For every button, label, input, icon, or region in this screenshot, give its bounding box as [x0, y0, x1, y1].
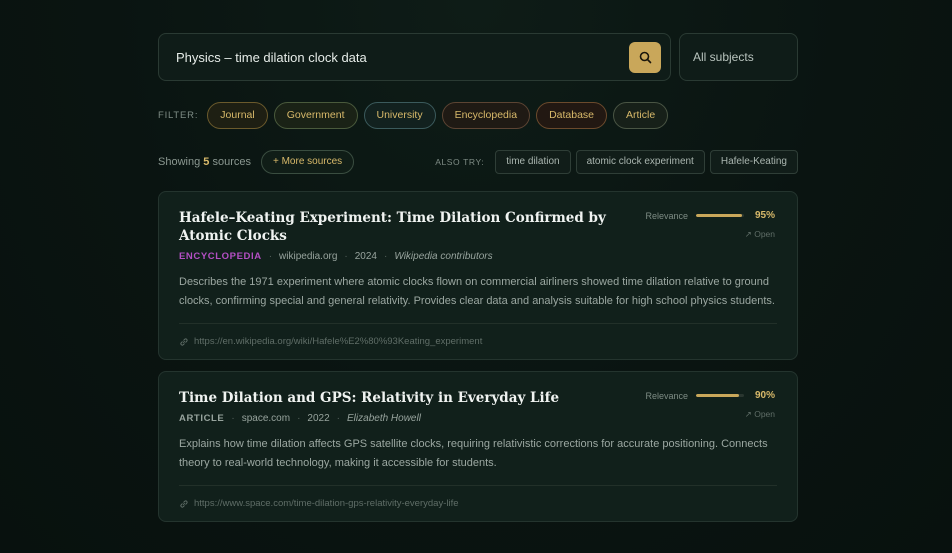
also-try-label: ALSO TRY:	[435, 156, 485, 167]
relevance-label: Relevance	[645, 210, 688, 221]
meta-separator: ·	[297, 412, 301, 424]
meta-separator: ·	[231, 412, 235, 424]
filter-label: FILTER:	[158, 109, 199, 121]
result-description: Explains how time dilation affects GPS s…	[179, 438, 768, 469]
open-link[interactable]: ↗ Open	[635, 229, 775, 240]
result-description: Describes the 1971 experiment where atom…	[179, 276, 775, 307]
filter-chip-article[interactable]: Article	[613, 101, 669, 129]
source-year: 2024	[354, 250, 377, 262]
filter-chip-university[interactable]: University	[363, 101, 436, 129]
suggestion-chip[interactable]: Hafele-Keating	[709, 149, 798, 174]
link-icon	[179, 499, 189, 509]
showing-suffix: sources	[212, 155, 251, 168]
search-icon	[639, 51, 651, 63]
relevance-bar-fill	[696, 394, 740, 397]
showing-prefix: Showing	[158, 155, 201, 168]
result-card: Hafele–Keating Experiment: Time Dilation…	[158, 191, 798, 360]
relevance-block: Relevance 95% ↗ Open	[635, 210, 775, 240]
relevance-percent: 95%	[754, 210, 775, 221]
also-try-group: ALSO TRY: time dilation atomic clock exp…	[435, 149, 798, 174]
link-icon	[179, 337, 189, 347]
search-input[interactable]: Physics – time dilation clock data	[158, 33, 671, 81]
result-url[interactable]: https://www.space.com/time-dilation-gps-…	[194, 498, 459, 509]
suggestion-chip[interactable]: time dilation	[495, 149, 571, 174]
source-type-label: ENCYCLOPEDIA	[179, 250, 262, 262]
more-sources-button[interactable]: + More sources	[260, 149, 355, 174]
meta-separator: ·	[336, 412, 341, 424]
relevance-block: Relevance 90% ↗ Open	[635, 390, 775, 420]
source-type-label: ARTICLE	[179, 412, 225, 424]
search-query-text[interactable]: Physics – time dilation clock data	[176, 50, 629, 65]
source-author: Wikipedia contributors	[394, 250, 493, 262]
result-footer: https://en.wikipedia.org/wiki/Hafele%E2%…	[179, 323, 777, 359]
open-link[interactable]: ↗ Open	[635, 409, 775, 420]
result-title[interactable]: Time Dilation and GPS: Relativity in Eve…	[179, 389, 609, 407]
source-year: 2022	[307, 412, 330, 424]
result-url[interactable]: https://en.wikipedia.org/wiki/Hafele%E2%…	[194, 336, 482, 347]
result-card: Time Dilation and GPS: Relativity in Eve…	[158, 371, 798, 522]
relevance-bar	[696, 394, 744, 397]
relevance-label: Relevance	[645, 390, 688, 401]
filter-chip-database[interactable]: Database	[536, 101, 608, 129]
source-author: Elizabeth Howell	[347, 412, 421, 424]
filter-bar: FILTER: Journal Government University En…	[158, 101, 798, 129]
source-domain: space.com	[241, 412, 291, 424]
source-domain: wikipedia.org	[279, 250, 338, 262]
meta-separator: ·	[344, 250, 348, 262]
meta-separator: ·	[268, 250, 273, 262]
results-summary-bar: Showing 5 sources + More sources ALSO TR…	[158, 149, 798, 174]
result-meta: ENCYCLOPEDIA · wikipedia.org · 2024 · Wi…	[179, 249, 777, 263]
subject-select[interactable]: All subjects	[679, 33, 798, 81]
search-row: Physics – time dilation clock data All s…	[158, 33, 798, 81]
results-count: 5	[203, 155, 210, 168]
result-footer: https://www.space.com/time-dilation-gps-…	[179, 485, 777, 521]
filter-chip-encyclopedia[interactable]: Encyclopedia	[441, 101, 531, 129]
results-count-text: Showing 5 sources	[158, 156, 251, 168]
meta-separator: ·	[384, 250, 388, 262]
relevance-bar-fill	[696, 214, 742, 217]
relevance-bar	[696, 214, 744, 217]
search-button[interactable]	[629, 41, 661, 73]
suggestion-chip[interactable]: atomic clock experiment	[575, 149, 705, 174]
filter-chip-government[interactable]: Government	[273, 101, 358, 129]
main-content: Physics – time dilation clock data All s…	[158, 33, 798, 522]
result-title[interactable]: Hafele–Keating Experiment: Time Dilation…	[179, 209, 609, 245]
relevance-percent: 90%	[754, 390, 775, 401]
filter-chip-journal[interactable]: Journal	[207, 101, 268, 129]
